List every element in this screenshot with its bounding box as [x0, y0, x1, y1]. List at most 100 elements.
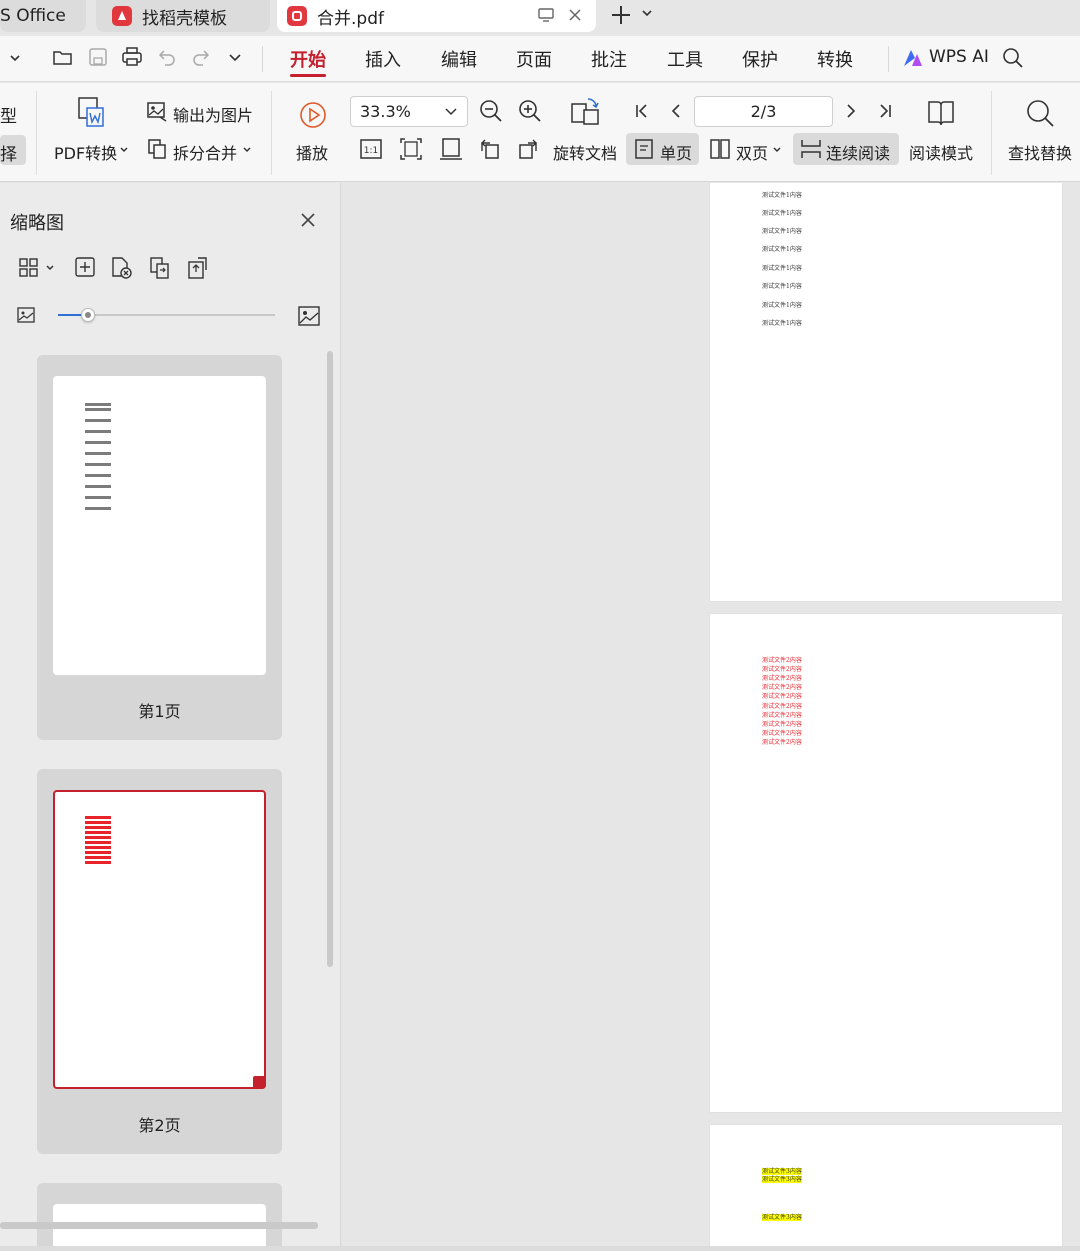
thumbnail-page-2[interactable]: 第2页 [37, 769, 282, 1154]
zoom-select[interactable]: 33.3% [350, 96, 468, 127]
rotate-left-icon[interactable] [478, 137, 502, 161]
delete-page-icon[interactable] [110, 256, 134, 280]
single-page-button[interactable]: 单页 [626, 133, 699, 165]
document-page-3: 测试文件3内容 测试文件3内容 测试文件3内容 [710, 1125, 1062, 1246]
menu-page[interactable]: 页面 [516, 46, 552, 72]
continuous-reading-label: 连续阅读 [826, 144, 891, 163]
single-page-label: 单页 [660, 144, 693, 163]
menu-protect[interactable]: 保护 [742, 46, 778, 72]
thumbnail-panel-title: 缩略图 [10, 213, 64, 234]
insert-page-icon[interactable] [74, 256, 96, 278]
menu-edit[interactable]: 编辑 [441, 46, 477, 72]
small-thumbnail-icon[interactable] [16, 305, 36, 325]
rotate-right-icon[interactable] [517, 137, 541, 161]
menu-convert[interactable]: 转换 [817, 46, 853, 72]
menu-bar: 开始 插入 编辑 页面 批注 工具 保护 转换 WPS AI [0, 36, 1080, 82]
print-icon[interactable] [121, 46, 143, 68]
tab-dropdown-chevron-icon[interactable] [640, 6, 654, 20]
more-chevron-icon[interactable] [227, 50, 243, 66]
replace-page-icon[interactable] [148, 256, 172, 280]
tab-label: S Office [0, 6, 66, 26]
double-page-button[interactable]: 双页 [736, 140, 768, 164]
rotate-document-button[interactable]: 旋转文档 [553, 140, 617, 164]
read-mode-button[interactable]: 阅读模式 [909, 140, 973, 164]
tab-merged-pdf[interactable]: 合并.pdf [277, 0, 596, 32]
divider [36, 91, 37, 175]
page-text-line: 测试文件1内容 [762, 302, 802, 309]
next-page-icon[interactable] [841, 101, 861, 121]
chevron-down-icon [444, 106, 458, 118]
cut-off-label-bottom[interactable]: 择 [0, 140, 17, 165]
page-text-line: 测试文件2内容 [762, 675, 802, 682]
chevron-down-icon[interactable] [8, 51, 22, 65]
document-view[interactable]: 测试文件1内容 测试文件1内容 测试文件1内容 测试文件1内容 测试文件1内容 … [342, 183, 1080, 1246]
page-indicator: 2/3 [750, 102, 777, 121]
page-text-line: 测试文件1内容 [762, 192, 802, 199]
close-icon[interactable] [298, 210, 318, 230]
page-number-input[interactable]: 2/3 [694, 96, 833, 127]
menu-wps-ai[interactable]: WPS AI [929, 47, 989, 67]
export-image-button[interactable]: 输出为图片 [173, 102, 253, 126]
cut-off-label-top[interactable]: 型 [0, 102, 17, 127]
page-text-line-highlighted: 测试文件3内容 [762, 1176, 802, 1183]
save-icon[interactable] [87, 46, 109, 68]
thumbnail-panel: 缩略图 第1页 第2页 [0, 183, 341, 1246]
tab-wps-office[interactable]: S Office [0, 0, 86, 32]
thumbnail-vertical-scrollbar[interactable] [327, 351, 333, 967]
double-page-icon[interactable] [709, 138, 731, 160]
menu-insert[interactable]: 插入 [365, 46, 401, 72]
page-text-line: 测试文件2内容 [762, 739, 802, 746]
last-page-icon[interactable] [875, 101, 895, 121]
split-merge-icon[interactable] [146, 138, 168, 160]
chevron-down-icon[interactable] [45, 263, 55, 273]
page-text-line: 测试文件2内容 [762, 712, 802, 719]
play-icon[interactable] [298, 100, 328, 130]
menu-home[interactable]: 开始 [290, 46, 326, 72]
zoom-in-icon[interactable] [517, 98, 543, 124]
export-image-icon[interactable] [146, 101, 168, 123]
close-tab-icon[interactable] [566, 6, 584, 24]
read-mode-book-icon[interactable] [926, 98, 956, 128]
play-button[interactable]: 播放 [296, 140, 328, 164]
tab-label: 找稻壳模板 [142, 8, 227, 29]
thumbnail-page-3[interactable] [37, 1183, 282, 1246]
menu-active-underline [290, 74, 326, 77]
thumbnail-horizontal-scrollbar[interactable] [0, 1222, 318, 1229]
continuous-reading-button[interactable]: 连续阅读 [793, 133, 899, 165]
grid-view-icon[interactable] [18, 257, 40, 279]
selected-corner-marker [253, 1076, 266, 1089]
new-tab-plus-icon[interactable] [609, 3, 633, 27]
extract-page-icon[interactable] [186, 256, 210, 280]
redo-icon[interactable] [190, 46, 212, 68]
thumbnail-page-1[interactable]: 第1页 [37, 355, 282, 740]
thumbnail-size-slider-handle[interactable] [81, 308, 95, 322]
first-page-icon[interactable] [632, 101, 652, 121]
previous-page-icon[interactable] [666, 101, 686, 121]
fit-width-icon[interactable] [439, 137, 463, 161]
thumbnail-page-preview-selected [53, 790, 266, 1089]
open-folder-icon[interactable] [52, 46, 74, 68]
pdf-logo-icon [287, 6, 307, 26]
chevron-down-icon[interactable] [772, 145, 782, 155]
actual-size-icon[interactable]: 1:1 [359, 137, 383, 161]
zoom-out-icon[interactable] [478, 98, 504, 124]
search-icon[interactable] [1001, 46, 1025, 70]
continuous-reading-icon [800, 138, 822, 160]
find-replace-search-icon[interactable] [1024, 97, 1056, 129]
pdf-to-word-icon[interactable] [77, 96, 107, 130]
undo-icon[interactable] [156, 46, 178, 68]
large-thumbnail-icon[interactable] [297, 304, 321, 328]
split-merge-button[interactable]: 拆分合并 [173, 140, 237, 164]
menu-annotate[interactable]: 批注 [591, 46, 627, 72]
menu-tools[interactable]: 工具 [667, 46, 703, 72]
rotate-document-icon[interactable] [570, 96, 602, 130]
pin-screen-icon[interactable] [537, 6, 555, 24]
ribbon-toolbar: 型 择 PDF转换 输出为图片 拆分合并 播放 33.3% 1:1 旋转文档 2… [0, 83, 1080, 182]
divider [888, 46, 889, 72]
pdf-convert-button[interactable]: PDF转换 [54, 140, 117, 164]
tab-docer-templates[interactable]: 找稻壳模板 [96, 0, 270, 32]
chevron-down-icon[interactable] [119, 145, 129, 155]
find-replace-button[interactable]: 查找替换 [1008, 140, 1072, 164]
fit-page-icon[interactable] [399, 137, 423, 161]
chevron-down-icon[interactable] [242, 145, 252, 155]
